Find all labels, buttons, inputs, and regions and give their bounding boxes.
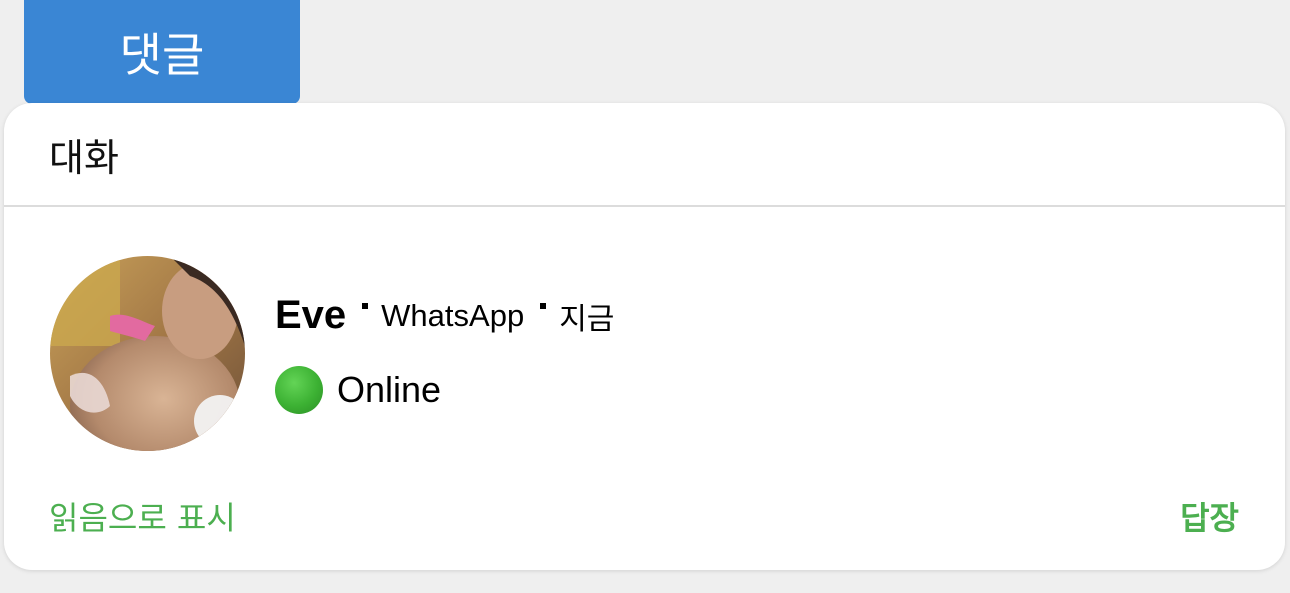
notification-header-line: Eve WhatsApp 지금 — [275, 293, 614, 338]
timestamp: 지금 — [559, 301, 615, 337]
comments-tab-label: 댓글 — [119, 28, 205, 82]
avatar-photo-icon — [50, 256, 245, 451]
card-header: 대화 — [4, 103, 1285, 207]
notification-meta: Eve WhatsApp 지금 Online — [275, 293, 614, 414]
conversation-card: 대화 Eve WhatsApp 지금 Online 읽음으로 표시 답장 — [4, 103, 1285, 570]
app-name: WhatsApp — [381, 297, 525, 333]
notification-item[interactable]: Eve WhatsApp 지금 Online — [50, 256, 614, 451]
sender-name: Eve — [275, 293, 347, 337]
comments-tab-button[interactable]: 댓글 — [24, 0, 300, 104]
reply-button[interactable]: 답장 — [1180, 493, 1239, 539]
mark-as-read-button[interactable]: 읽음으로 표시 — [49, 493, 236, 539]
avatar — [50, 256, 245, 451]
card-title: 대화 — [49, 135, 119, 180]
status-text: Online — [337, 369, 442, 410]
green-circle-icon — [275, 366, 323, 414]
separator-dot-icon — [540, 302, 547, 309]
status-line: Online — [275, 366, 614, 414]
separator-dot-icon — [362, 302, 369, 309]
